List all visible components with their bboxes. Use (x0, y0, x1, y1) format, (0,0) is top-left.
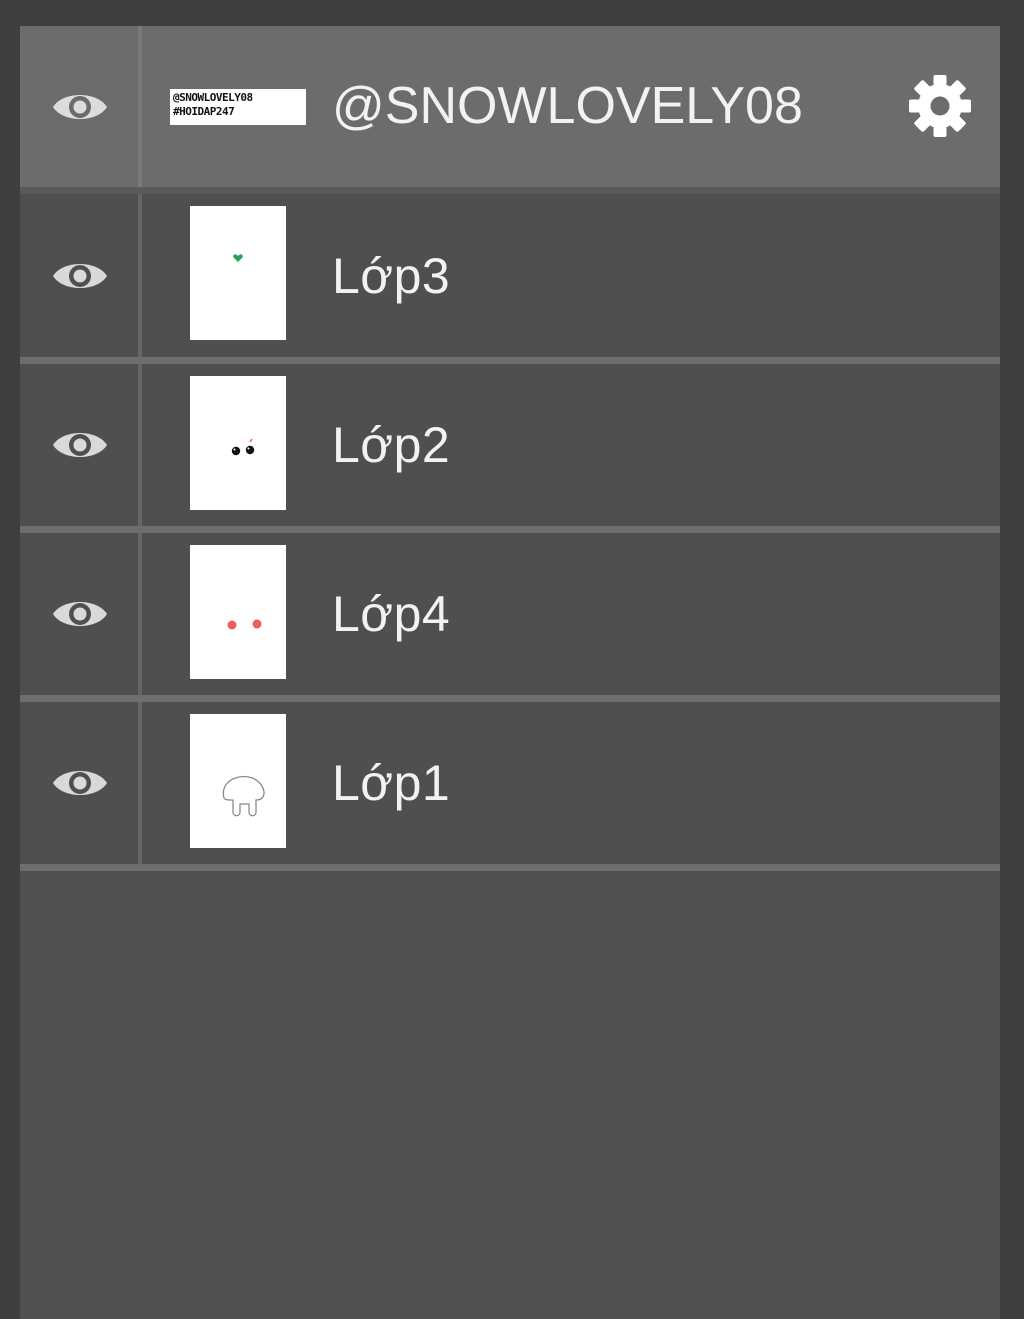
layer-thumbnail[interactable] (190, 714, 286, 848)
eye-icon[interactable] (51, 423, 109, 467)
watermark-line-2: #HOIDAP247 (173, 105, 235, 118)
layer-row-header[interactable]: @SNOWLOVELY08 #HOIDAP247 @SNOWLOVELY08 (20, 26, 1000, 194)
layer-title: @SNOWLOVELY08 (332, 76, 803, 135)
watermark-line-1: @SNOWLOVELY08 (173, 91, 253, 104)
layer-row[interactable]: Lớp2 (20, 364, 1000, 533)
layer-row[interactable]: Lớp3 (20, 194, 1000, 364)
red-cheeks-mark (227, 619, 262, 630)
watermark-thumbnail: @SNOWLOVELY08 #HOIDAP247 (170, 89, 306, 125)
gear-icon[interactable] (906, 72, 974, 140)
layer-name: Lớp2 (332, 417, 451, 473)
layer-row[interactable]: Lớp1 (20, 702, 1000, 871)
layer-name: Lớp3 (332, 247, 451, 304)
green-heart-mark (233, 254, 243, 262)
visibility-column (20, 194, 142, 357)
layer-thumbnail[interactable] (190, 376, 286, 510)
visibility-column (20, 364, 142, 526)
eye-icon[interactable] (51, 761, 109, 805)
eye-icon[interactable] (51, 254, 109, 298)
visibility-column (20, 533, 142, 695)
layer-row[interactable]: Lớp4 (20, 533, 1000, 702)
layers-panel: @SNOWLOVELY08 #HOIDAP247 @SNOWLOVELY08 L… (20, 26, 1000, 1319)
layer-name: Lớp4 (332, 586, 451, 642)
eye-icon[interactable] (51, 85, 109, 129)
layer-thumbnail[interactable] (190, 545, 286, 679)
visibility-column (20, 26, 142, 187)
layer-name: Lớp1 (332, 755, 451, 811)
black-eyes-mark (231, 438, 255, 456)
eye-icon[interactable] (51, 592, 109, 636)
visibility-column (20, 702, 142, 864)
mushroom-outline (222, 775, 265, 817)
layer-thumbnail[interactable] (190, 206, 286, 340)
